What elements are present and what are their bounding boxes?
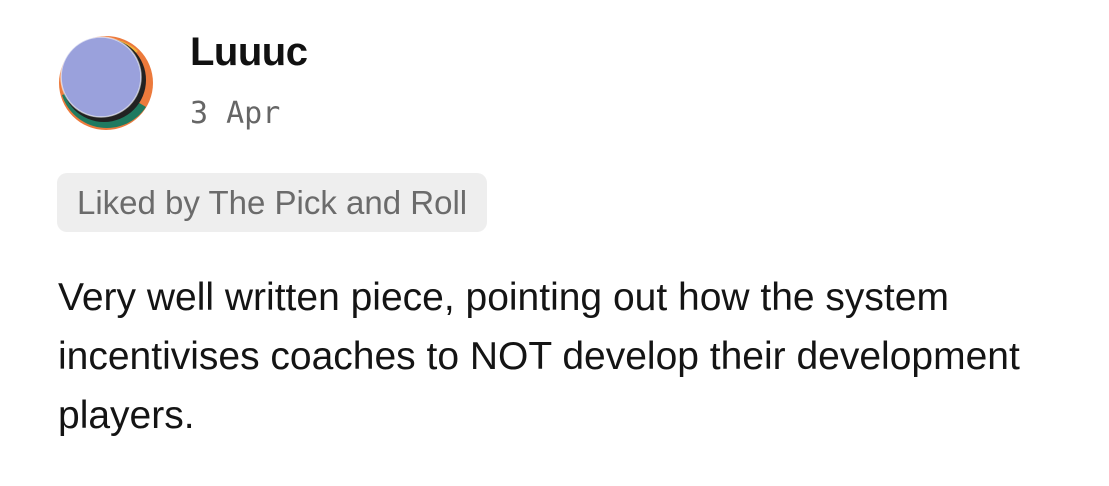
comment-text: Very well written piece, pointing out ho… (58, 276, 1020, 437)
user-avatar[interactable] (56, 33, 156, 133)
abstract-circle-avatar-icon (59, 36, 153, 130)
liked-by-badge: Liked by The Pick and Roll (57, 173, 488, 232)
comment-card: Luuuc 3 Apr Liked by The Pick and Roll V… (0, 0, 1109, 486)
author-name[interactable]: Luuuc (190, 26, 308, 78)
comment-date[interactable]: 3 Apr (190, 92, 280, 136)
